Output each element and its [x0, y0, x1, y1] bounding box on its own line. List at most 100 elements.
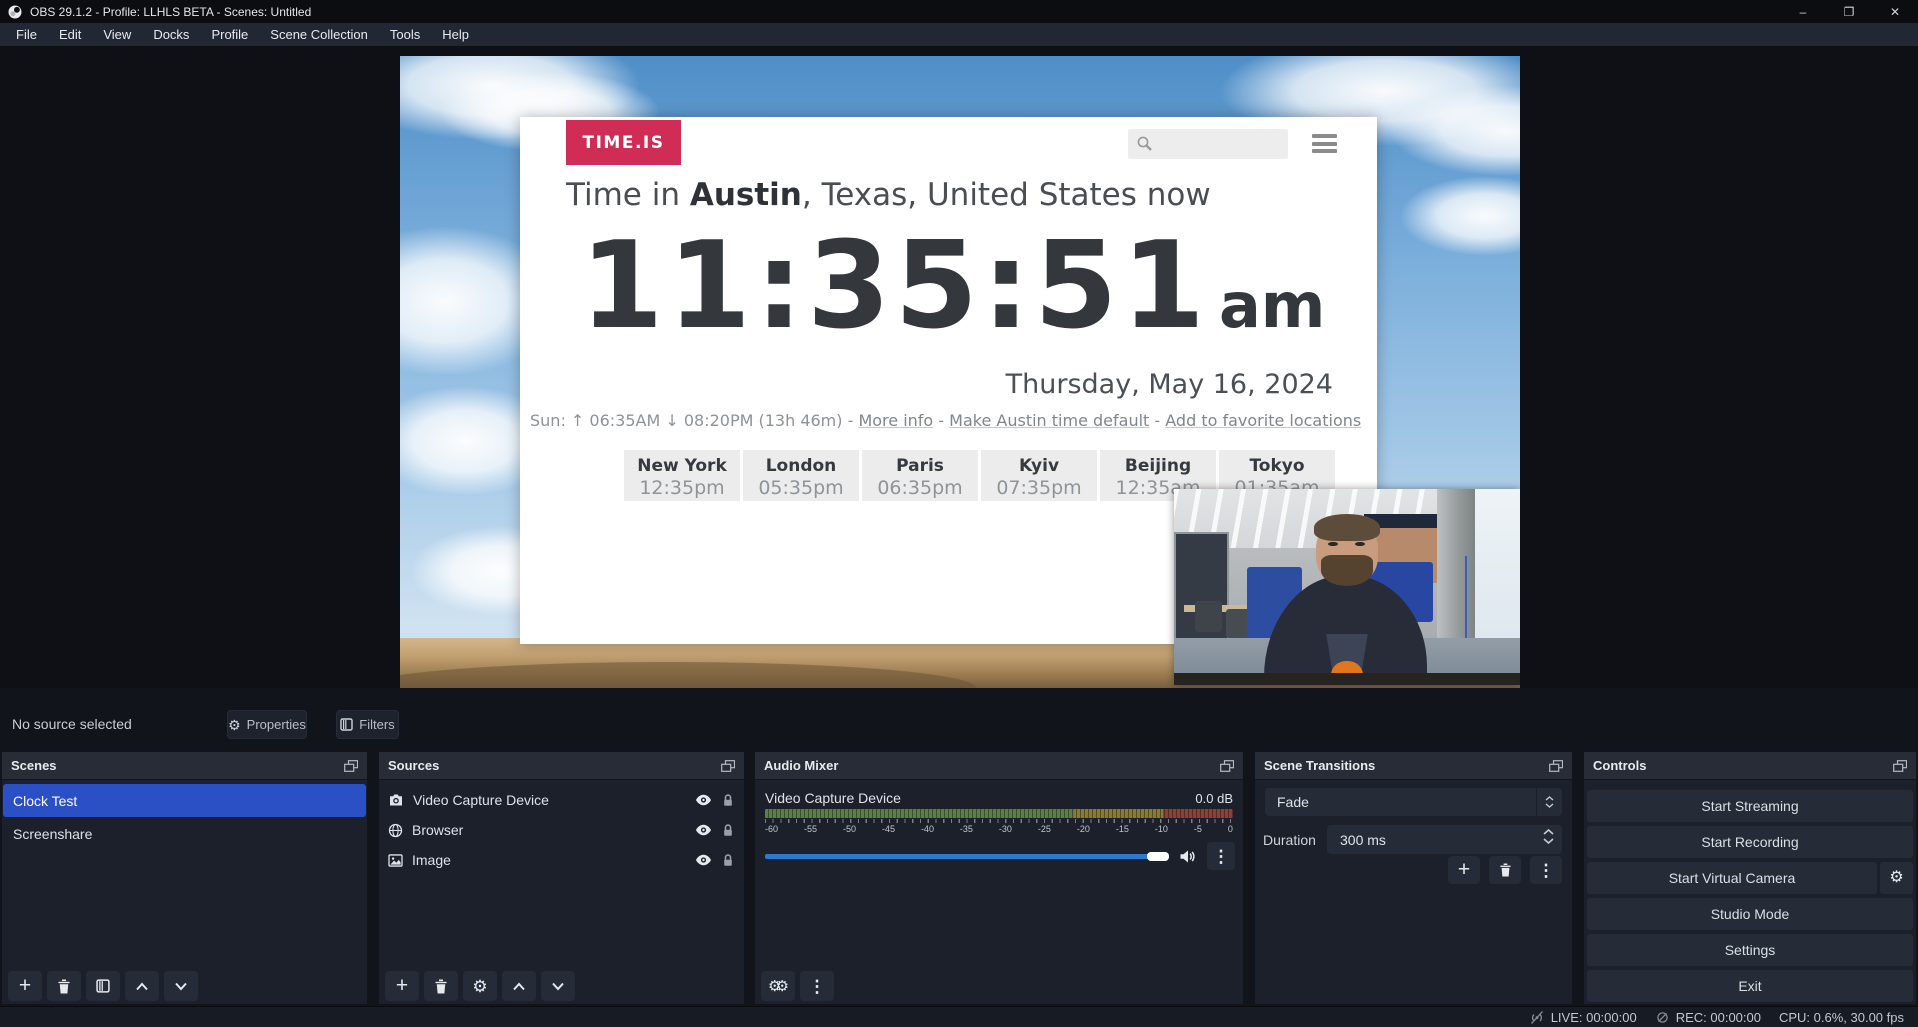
db-tick-label: -40 [921, 824, 934, 834]
sources-panel-header[interactable]: Sources [379, 752, 744, 780]
more-info-link[interactable]: More info [858, 411, 933, 430]
gear-icon: ⚙ [1889, 870, 1903, 886]
scene-item-clock-test[interactable]: Clock Test [3, 784, 366, 817]
start-virtual-camera-button[interactable]: Start Virtual Camera [1587, 862, 1877, 894]
timeis-logo[interactable]: TIME.IS [566, 120, 681, 165]
city-time-card[interactable]: Kyiv 07:35pm [981, 450, 1097, 501]
virtual-camera-config-button[interactable]: ⚙ [1880, 862, 1913, 894]
studio-mode-button[interactable]: Studio Mode [1587, 898, 1913, 930]
controls-header[interactable]: Controls [1584, 752, 1916, 780]
menu-item[interactable]: Docks [142, 23, 200, 46]
filters-button[interactable]: Filters [336, 710, 399, 739]
remove-transition-button[interactable] [1489, 856, 1521, 884]
add-favorite-link[interactable]: Add to favorite locations [1165, 411, 1361, 430]
move-source-down-button[interactable] [541, 971, 575, 1001]
add-source-button[interactable]: + [385, 971, 419, 1001]
menu-item[interactable]: File [5, 23, 48, 46]
window-title: OBS 29.1.2 - Profile: LLHLS BETA - Scene… [30, 5, 311, 19]
move-scene-up-button[interactable] [125, 971, 159, 1001]
popout-icon[interactable] [344, 760, 358, 772]
lock-icon[interactable] [721, 823, 735, 837]
add-transition-button[interactable]: + [1448, 856, 1480, 884]
exit-button[interactable]: Exit [1587, 970, 1913, 1002]
maximize-button[interactable]: ❐ [1826, 0, 1872, 23]
gear-icon: ⚙ [228, 718, 241, 732]
mixer-channel-name: Video Capture Device [765, 790, 901, 806]
sources-panel: Sources Video Capture Device Browser Ima… [379, 752, 744, 1004]
start-streaming-button[interactable]: Start Streaming [1587, 790, 1913, 822]
properties-button[interactable]: ⚙ Properties [227, 710, 307, 739]
db-tick-label: 0 [1228, 824, 1233, 834]
audio-mixer-header[interactable]: Audio Mixer [755, 752, 1243, 780]
remove-source-button[interactable] [424, 971, 458, 1001]
db-tick-label: -25 [1038, 824, 1051, 834]
lock-icon[interactable] [721, 853, 735, 867]
settings-button[interactable]: Settings [1587, 934, 1913, 966]
menu-item[interactable]: Help [431, 23, 480, 46]
popout-icon[interactable] [1549, 760, 1563, 772]
preview-canvas[interactable]: TIME.IS Time in Austin, Texas, United St… [400, 56, 1520, 688]
mixer-options-button[interactable]: ⋮ [1207, 842, 1235, 870]
person-beard [1321, 555, 1373, 586]
speaker-icon[interactable] [1179, 849, 1197, 864]
camera-icon [388, 793, 404, 807]
menubar: FileEditViewDocksProfileScene Collection… [0, 23, 1918, 46]
menu-item[interactable]: Profile [200, 23, 259, 46]
controls-title: Controls [1593, 758, 1646, 773]
duration-spinbox[interactable]: 300 ms [1327, 825, 1562, 854]
city-time-card[interactable]: London 05:35pm [743, 450, 859, 501]
scene-transitions-header[interactable]: Scene Transitions [1255, 752, 1572, 780]
source-row-video-capture[interactable]: Video Capture Device [379, 785, 744, 815]
audio-mixer-toolbar: ⚙⚙ ⋮ [761, 971, 834, 1001]
source-properties-button[interactable]: ⚙ [463, 971, 497, 1001]
remove-scene-button[interactable] [47, 971, 81, 1001]
digital-clock: 11:35:51am [580, 227, 1325, 347]
volume-slider-handle[interactable] [1147, 852, 1169, 861]
person-eye [1328, 542, 1337, 546]
advanced-audio-button[interactable]: ⚙⚙ [761, 971, 795, 1001]
make-default-link[interactable]: Make Austin time default [949, 411, 1149, 430]
cpu-fps-status: CPU: 0.6%, 30.00 fps [1779, 1010, 1904, 1025]
scene-item-screenshare[interactable]: Screenshare [3, 817, 366, 850]
popout-icon[interactable] [1220, 760, 1234, 772]
scenes-panel: Scenes Clock Test Screenshare + [2, 752, 367, 1004]
move-scene-down-button[interactable] [164, 971, 198, 1001]
menu-item[interactable]: View [92, 23, 142, 46]
visibility-eye-icon[interactable] [695, 824, 712, 836]
menu-item[interactable]: Scene Collection [259, 23, 379, 46]
sun-info-line: Sun: ↑ 06:35AM ↓ 08:20PM (13h 46m) - Mor… [530, 411, 1347, 430]
spinbox-arrows-icon[interactable] [1543, 829, 1554, 844]
move-source-up-button[interactable] [502, 971, 536, 1001]
mixer-menu-button[interactable]: ⋮ [800, 971, 834, 1001]
hamburger-menu-icon[interactable] [1312, 134, 1337, 153]
popout-icon[interactable] [1893, 760, 1907, 772]
add-scene-button[interactable]: + [8, 971, 42, 1001]
lock-icon[interactable] [721, 793, 735, 807]
menu-item[interactable]: Edit [48, 23, 92, 46]
source-row-browser[interactable]: Browser [379, 815, 744, 845]
minimize-button[interactable]: – [1780, 0, 1826, 23]
db-tick-label: -55 [804, 824, 817, 834]
city-card-time: 06:35pm [862, 477, 978, 499]
city-card-time: 05:35pm [743, 477, 859, 499]
city-time-card[interactable]: Paris 06:35pm [862, 450, 978, 501]
db-tick-label: -5 [1194, 824, 1202, 834]
scene-filters-button[interactable] [86, 971, 120, 1001]
transition-select[interactable]: Fade [1265, 788, 1562, 816]
popout-icon[interactable] [721, 760, 735, 772]
scenes-panel-header[interactable]: Scenes [2, 752, 367, 780]
stream-inactive-icon [1529, 1010, 1545, 1025]
live-status: LIVE: 00:00:00 [1529, 1010, 1637, 1025]
webcam-desk-edge [1174, 673, 1520, 685]
volume-slider[interactable] [765, 854, 1169, 859]
source-row-image[interactable]: Image [379, 845, 744, 875]
clock-ampm: am [1219, 269, 1325, 342]
city-time-card[interactable]: New York 12:35pm [624, 450, 740, 501]
transition-properties-button[interactable]: ⋮ [1530, 856, 1562, 884]
menu-item[interactable]: Tools [379, 23, 431, 46]
visibility-eye-icon[interactable] [695, 854, 712, 866]
start-recording-button[interactable]: Start Recording [1587, 826, 1913, 858]
close-button[interactable]: ✕ [1872, 0, 1918, 23]
search-icon [1136, 135, 1153, 152]
visibility-eye-icon[interactable] [695, 794, 712, 806]
